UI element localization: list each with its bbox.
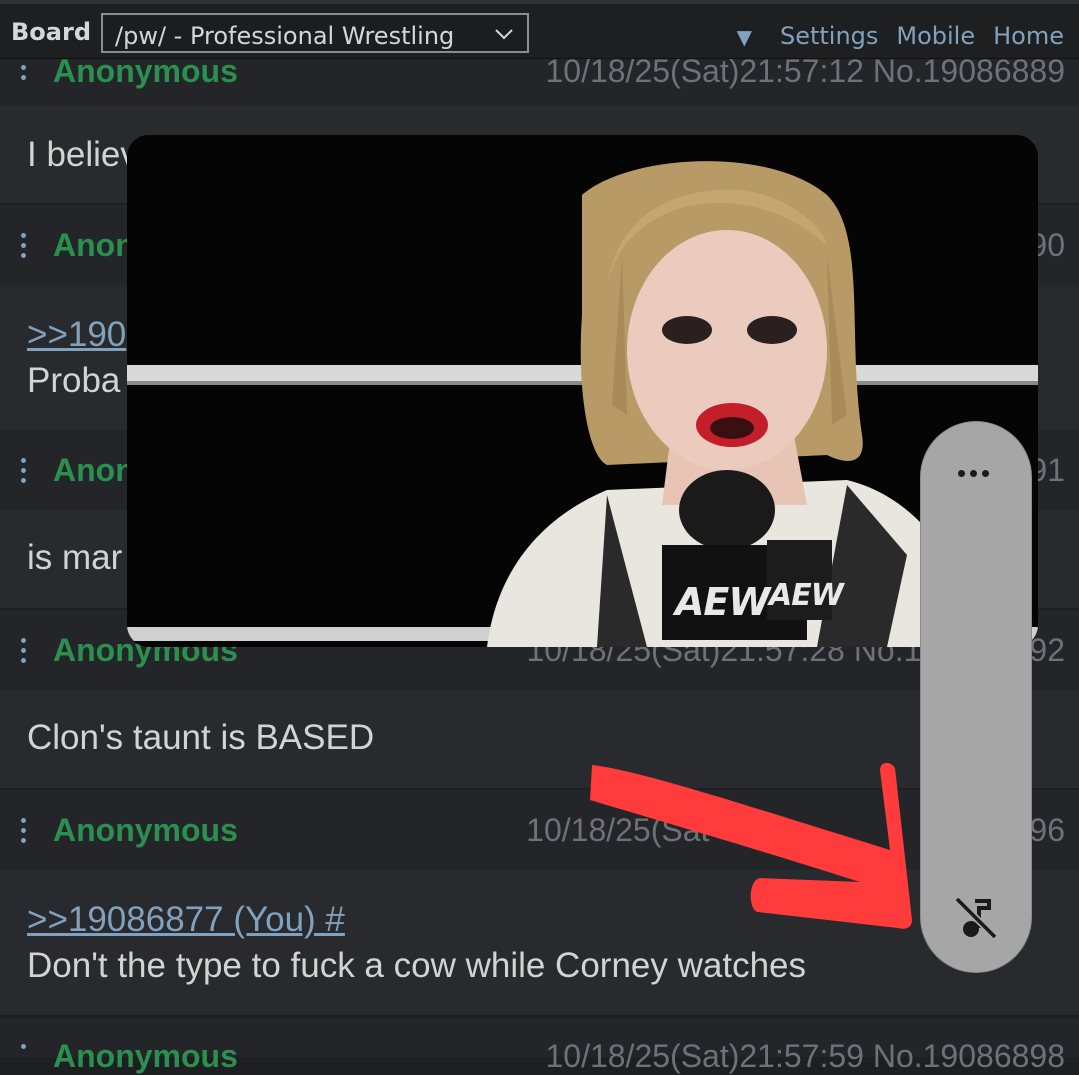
mobile-link[interactable]: Mobile xyxy=(896,22,975,50)
mic-flag-logo: AEW xyxy=(675,580,770,624)
post-text: Proba xyxy=(27,361,121,400)
music-off-icon[interactable] xyxy=(953,895,999,941)
video-frame xyxy=(127,135,1038,647)
chevron-down-icon xyxy=(495,29,513,40)
mic-flag-logo-side: AEW xyxy=(769,578,844,613)
post-menu-icon[interactable] xyxy=(21,65,27,93)
quote-link[interactable]: >>190 xyxy=(27,315,126,355)
player-controls xyxy=(921,422,1031,972)
home-link[interactable]: Home xyxy=(993,22,1064,50)
top-nav: Board /pw/ - Professional Wrestling ▼ Set… xyxy=(0,0,1079,58)
post-menu-icon[interactable] xyxy=(21,818,27,846)
post-meta-tail: 92 xyxy=(1029,632,1065,668)
post-meta-date: 10/18/25(Sat xyxy=(526,812,710,848)
nav-links: ▼ Settings Mobile Home xyxy=(737,22,1064,50)
quote-link[interactable]: >>19086877 (You) # xyxy=(27,900,345,940)
poster-name: Anonymous xyxy=(53,812,238,848)
post-meta: 10/18/25(Sat)21:57:12 No.19086889 xyxy=(545,53,1065,89)
post-meta-tail: 96 xyxy=(1029,812,1065,848)
post-menu-icon[interactable] xyxy=(21,1044,27,1072)
post-header: Anonymous 10/18/25(Sat)21:57:59 No.19086… xyxy=(0,1018,1079,1074)
post-text: Clon's taunt is BASED xyxy=(27,718,375,757)
board-select-value: /pw/ - Professional Wrestling xyxy=(115,22,455,50)
post-header: Anonymous 10/18/25(Sat 96 xyxy=(0,790,1079,870)
post-menu-icon[interactable] xyxy=(21,233,27,261)
post-menu-icon[interactable] xyxy=(21,638,27,666)
post-body: Clon's taunt is BASED xyxy=(0,690,1079,788)
video-player[interactable]: AEW AEW xyxy=(127,135,1038,647)
settings-link[interactable]: Settings xyxy=(780,22,878,50)
nav-toggle-icon[interactable]: ▼ xyxy=(737,25,752,49)
post-text: Don't the type to fuck a cow while Corne… xyxy=(27,946,807,985)
board-select[interactable]: /pw/ - Professional Wrestling xyxy=(101,13,529,53)
more-horizontal-icon[interactable] xyxy=(958,462,998,477)
poster-name: Anonymous xyxy=(53,53,238,89)
board-label: Board xyxy=(11,18,91,46)
post-menu-icon[interactable] xyxy=(21,458,27,486)
post-body: >>19086877 (You) # Don't the type to fuc… xyxy=(0,870,1079,1015)
post-text: is mar xyxy=(27,538,123,577)
